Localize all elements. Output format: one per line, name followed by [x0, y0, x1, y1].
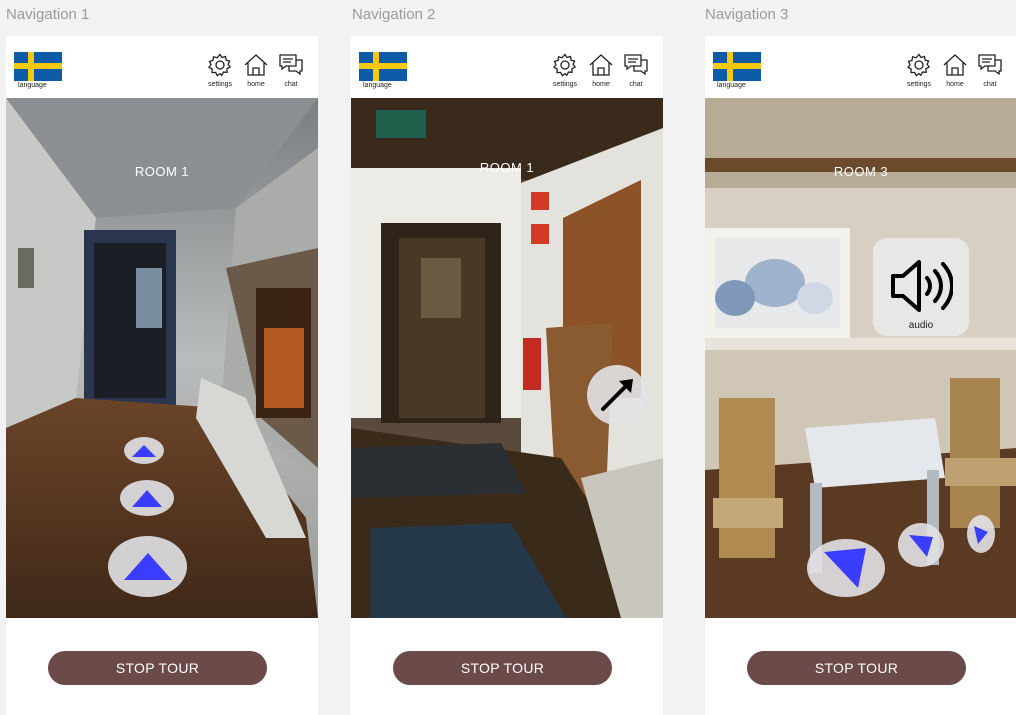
stop-tour-button[interactable]: STOP TOUR [393, 651, 612, 685]
chat-button[interactable]: chat [274, 52, 308, 88]
gear-icon [907, 53, 931, 77]
triangle-arrow-icon [123, 553, 172, 580]
room-title: ROOM 1 [479, 160, 535, 175]
triangle-arrow-icon [909, 535, 933, 557]
settings-label: settings [207, 81, 233, 88]
house-icon [943, 54, 967, 76]
move-diagonal-button[interactable] [587, 365, 647, 425]
chat-button[interactable]: chat [619, 52, 653, 88]
gear-icon [553, 53, 577, 77]
home-button[interactable]: home [938, 52, 972, 88]
top-bar: language settings home chat [6, 36, 318, 98]
triangle-arrow-icon [974, 526, 988, 544]
room-title: ROOM 1 [134, 164, 190, 179]
chat-bubbles-icon [624, 54, 648, 76]
language-flag-button[interactable] [359, 52, 407, 81]
stop-tour-button[interactable]: STOP TOUR [48, 651, 267, 685]
room-view-panorama[interactable]: ROOM 1 [351, 98, 663, 618]
top-bar: language settings home chat [351, 36, 663, 98]
language-label: language [363, 82, 392, 89]
entrance-photo [351, 98, 663, 618]
language-flag-button[interactable] [713, 52, 761, 81]
chat-label: chat [983, 81, 997, 88]
chat-label: chat [629, 81, 643, 88]
house-icon [244, 54, 268, 76]
settings-label: settings [552, 81, 578, 88]
home-label: home [946, 81, 964, 88]
phone-frame-navigation-3: language settings home chat ROOM 3 audio… [705, 36, 1016, 715]
settings-button[interactable]: settings [203, 52, 237, 88]
settings-button[interactable]: settings [902, 52, 936, 88]
home-label: home [247, 81, 265, 88]
frame-label-navigation-2: Navigation 2 [352, 6, 436, 23]
gear-icon [208, 53, 232, 77]
phone-frame-navigation-1: language settings home chat ROOM 1 STOP … [6, 36, 318, 715]
settings-label: settings [906, 81, 932, 88]
room-title: ROOM 3 [833, 164, 889, 179]
chat-label: chat [284, 81, 298, 88]
home-button[interactable]: home [584, 52, 618, 88]
move-forward-right-button[interactable] [898, 523, 944, 567]
frame-label-navigation-1: Navigation 1 [6, 6, 90, 23]
triangle-arrow-icon [132, 489, 162, 507]
home-button[interactable]: home [239, 52, 273, 88]
move-forward-mid-button[interactable] [120, 480, 174, 516]
settings-button[interactable]: settings [548, 52, 582, 88]
audio-button[interactable]: audio [873, 238, 969, 336]
move-forward-near-button[interactable] [108, 536, 187, 597]
speaker-icon [891, 260, 953, 312]
house-icon [589, 54, 613, 76]
top-bar: language settings home chat [705, 36, 1016, 98]
chat-bubbles-icon [279, 54, 303, 76]
move-left-button[interactable] [807, 539, 885, 597]
move-right-button[interactable] [967, 515, 995, 553]
language-label: language [717, 82, 746, 89]
move-forward-far-button[interactable] [124, 437, 164, 464]
stop-tour-button[interactable]: STOP TOUR [747, 651, 966, 685]
chat-bubbles-icon [978, 54, 1002, 76]
language-flag-button[interactable] [14, 52, 62, 81]
home-label: home [592, 81, 610, 88]
triangle-arrow-icon [824, 548, 866, 588]
language-label: language [18, 82, 47, 89]
room-view-panorama[interactable]: ROOM 1 [6, 98, 318, 618]
diagonal-arrow-icon [601, 379, 633, 411]
phone-frame-navigation-2: language settings home chat ROOM 1 STOP … [351, 36, 663, 715]
audio-label: audio [908, 320, 934, 331]
room-view-panorama[interactable]: ROOM 3 audio [705, 98, 1016, 618]
chat-button[interactable]: chat [973, 52, 1007, 88]
triangle-arrow-icon [132, 444, 156, 457]
frame-label-navigation-3: Navigation 3 [705, 6, 789, 23]
